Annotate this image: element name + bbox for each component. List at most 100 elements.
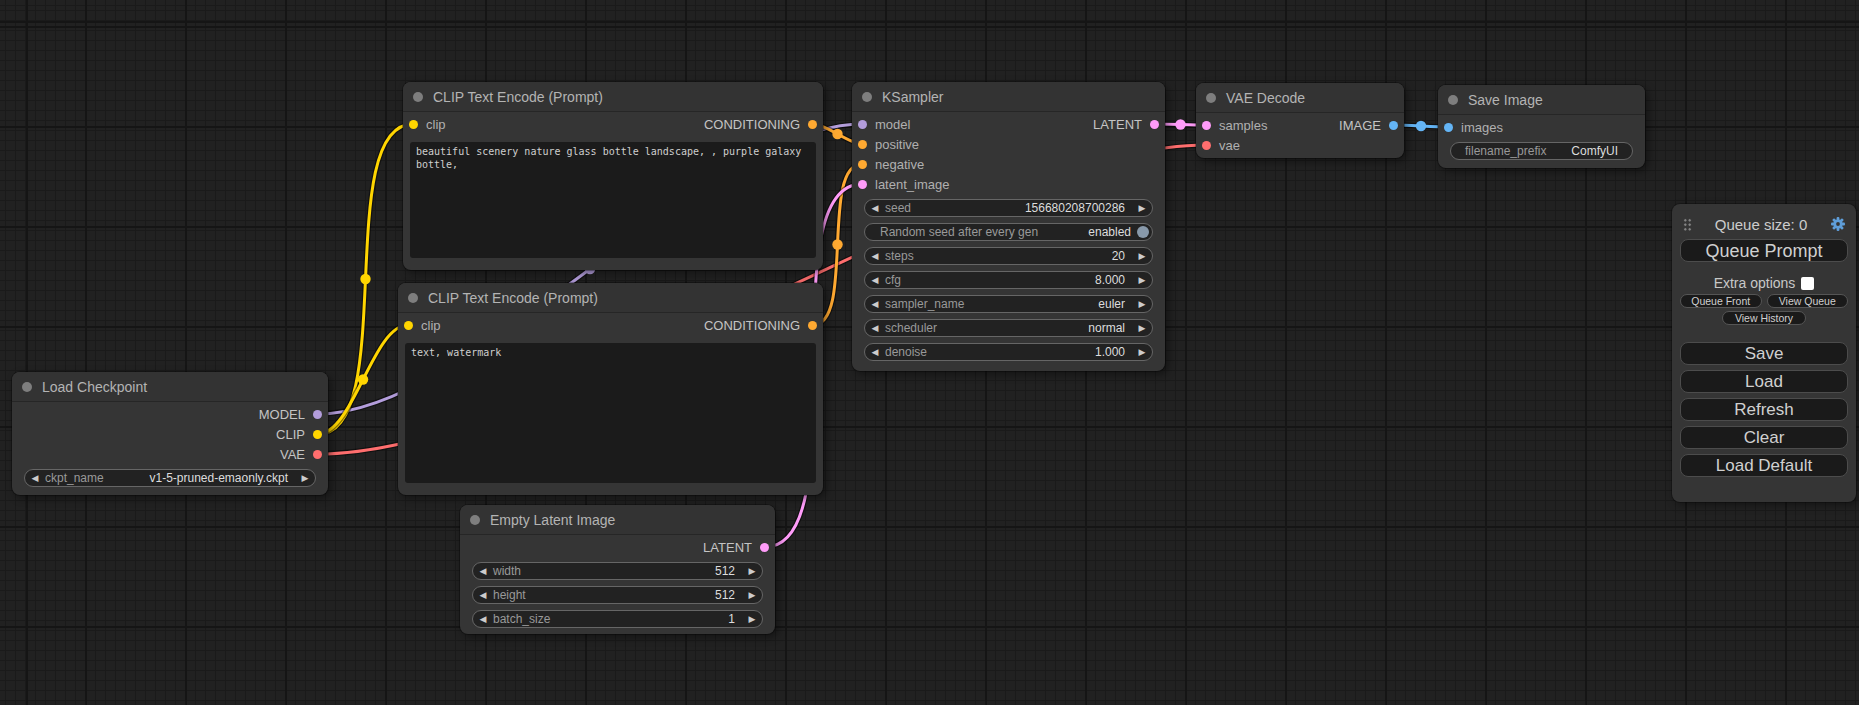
node-title-bar[interactable]: Save Image bbox=[1438, 85, 1645, 115]
stepper-left-arrow-icon[interactable]: ◀ bbox=[25, 473, 45, 483]
widget-seed[interactable]: ◀seed156680208700286▶ bbox=[864, 199, 1153, 217]
input-slot-negative[interactable]: negative bbox=[852, 157, 924, 172]
widget-ckpt-name[interactable]: ◀ckpt_namev1-5-pruned-emaonly.ckpt▶ bbox=[24, 469, 316, 487]
input-slot-clip[interactable]: clip bbox=[403, 117, 446, 132]
collapse-dot-icon[interactable] bbox=[1206, 93, 1216, 103]
input-slot-clip[interactable]: clip bbox=[398, 318, 441, 333]
collapse-dot-icon[interactable] bbox=[413, 92, 423, 102]
queue-prompt-button[interactable]: Queue Prompt bbox=[1680, 239, 1848, 262]
output-slot-vae[interactable]: VAE bbox=[280, 447, 328, 462]
input-slot-positive[interactable]: positive bbox=[852, 137, 919, 152]
input-slot-images[interactable]: images bbox=[1438, 120, 1503, 135]
prompt-textarea[interactable]: text, watermark bbox=[405, 343, 816, 483]
stepper-left-arrow-icon[interactable]: ◀ bbox=[865, 323, 885, 333]
node-empty-latent-image[interactable]: Empty Latent Image LATENT ◀width512▶ ◀heigh… bbox=[460, 505, 775, 634]
stepper-left-arrow-icon[interactable]: ◀ bbox=[865, 203, 885, 213]
load-default-button[interactable]: Load Default bbox=[1680, 454, 1848, 477]
node-ksampler[interactable]: KSampler model LATENT positive negative laten… bbox=[852, 82, 1165, 371]
load-button[interactable]: Load bbox=[1680, 370, 1848, 393]
stepper-right-arrow-icon[interactable]: ▶ bbox=[742, 566, 762, 576]
slot-dot[interactable] bbox=[404, 321, 413, 330]
stepper-right-arrow-icon[interactable]: ▶ bbox=[295, 473, 315, 483]
input-slot-vae[interactable]: vae bbox=[1196, 138, 1240, 153]
output-slot-image[interactable]: IMAGE bbox=[1339, 118, 1404, 133]
slot-dot[interactable] bbox=[760, 543, 769, 552]
queue-front-button[interactable]: Queue Front bbox=[1680, 294, 1762, 308]
refresh-button[interactable]: Refresh bbox=[1680, 398, 1848, 421]
widget-scheduler[interactable]: ◀schedulernormal▶ bbox=[864, 319, 1153, 337]
collapse-dot-icon[interactable] bbox=[862, 92, 872, 102]
collapse-dot-icon[interactable] bbox=[408, 293, 418, 303]
node-title-bar[interactable]: CLIP Text Encode (Prompt) bbox=[398, 283, 823, 313]
slot-dot[interactable] bbox=[858, 160, 867, 169]
settings-gear-icon[interactable] bbox=[1830, 216, 1846, 232]
output-slot-latent[interactable]: LATENT bbox=[1093, 117, 1165, 132]
slot-dot[interactable] bbox=[1202, 141, 1211, 150]
node-title-bar[interactable]: Empty Latent Image bbox=[460, 505, 775, 535]
stepper-right-arrow-icon[interactable]: ▶ bbox=[1132, 275, 1152, 285]
widget-filename-prefix[interactable]: filename_prefixComfyUI bbox=[1450, 142, 1633, 160]
node-clip-text-encode-negative[interactable]: CLIP Text Encode (Prompt)clipCONDITIONIN… bbox=[398, 283, 823, 495]
widget-random-seed-after-every-gen[interactable]: Random seed after every genenabled bbox=[864, 223, 1153, 241]
save-button[interactable]: Save bbox=[1680, 342, 1848, 365]
node-title-bar[interactable]: Load Checkpoint bbox=[12, 372, 328, 402]
slot-dot[interactable] bbox=[409, 120, 418, 129]
stepper-right-arrow-icon[interactable]: ▶ bbox=[742, 614, 762, 624]
collapse-dot-icon[interactable] bbox=[470, 515, 480, 525]
stepper-left-arrow-icon[interactable]: ◀ bbox=[473, 590, 493, 600]
stepper-left-arrow-icon[interactable]: ◀ bbox=[865, 347, 885, 357]
stepper-right-arrow-icon[interactable]: ▶ bbox=[1132, 347, 1152, 357]
slot-dot[interactable] bbox=[808, 120, 817, 129]
node-save-image[interactable]: Save Image images filename_prefixComfyUI bbox=[1438, 85, 1645, 168]
output-slot-conditioning[interactable]: CONDITIONING bbox=[704, 117, 823, 132]
node-clip-text-encode-positive[interactable]: CLIP Text Encode (Prompt) clip CONDITIONIN… bbox=[403, 82, 823, 270]
node-vae-decode[interactable]: VAE Decode samples IMAGE vae bbox=[1196, 83, 1404, 158]
node-title-bar[interactable]: CLIP Text Encode (Prompt) bbox=[403, 82, 823, 112]
output-slot-latent[interactable]: LATENT bbox=[703, 540, 775, 555]
slot-dot[interactable] bbox=[1444, 123, 1453, 132]
widget-steps[interactable]: ◀steps20▶ bbox=[864, 247, 1153, 265]
widget-batch-size[interactable]: ◀batch_size1▶ bbox=[472, 610, 763, 628]
view-history-button[interactable]: View History bbox=[1722, 311, 1806, 325]
stepper-left-arrow-icon[interactable]: ◀ bbox=[473, 614, 493, 624]
stepper-right-arrow-icon[interactable]: ▶ bbox=[1132, 203, 1152, 213]
slot-dot[interactable] bbox=[858, 140, 867, 149]
widget-sampler-name[interactable]: ◀sampler_nameeuler▶ bbox=[864, 295, 1153, 313]
widget-cfg[interactable]: ◀cfg8.000▶ bbox=[864, 271, 1153, 289]
slot-dot[interactable] bbox=[313, 450, 322, 459]
slot-dot[interactable] bbox=[1389, 121, 1398, 130]
stepper-left-arrow-icon[interactable]: ◀ bbox=[865, 299, 885, 309]
output-slot-model[interactable]: MODEL bbox=[259, 407, 328, 422]
graph-canvas[interactable]: Load Checkpoint MODEL CLIP VAE ◀ckpt_namev1-… bbox=[0, 0, 1859, 705]
prompt-textarea[interactable]: beautiful scenery nature glass bottle la… bbox=[410, 142, 816, 258]
slot-dot[interactable] bbox=[808, 321, 817, 330]
slot-dot[interactable] bbox=[1202, 121, 1211, 130]
stepper-left-arrow-icon[interactable]: ◀ bbox=[865, 275, 885, 285]
node-title-bar[interactable]: KSampler bbox=[852, 82, 1165, 112]
stepper-right-arrow-icon[interactable]: ▶ bbox=[742, 590, 762, 600]
clear-button[interactable]: Clear bbox=[1680, 426, 1848, 449]
slot-dot[interactable] bbox=[858, 120, 867, 129]
menu-drag-handle[interactable] bbox=[1683, 218, 1692, 231]
node-load-checkpoint[interactable]: Load Checkpoint MODEL CLIP VAE ◀ckpt_namev1-… bbox=[12, 372, 328, 495]
stepper-right-arrow-icon[interactable]: ▶ bbox=[1132, 251, 1152, 261]
node-title-bar[interactable]: VAE Decode bbox=[1196, 83, 1404, 113]
extra-options-checkbox[interactable] bbox=[1801, 277, 1814, 290]
toggle-dot[interactable] bbox=[1137, 226, 1149, 238]
view-queue-button[interactable]: View Queue bbox=[1767, 294, 1849, 308]
slot-dot[interactable] bbox=[1150, 120, 1159, 129]
widget-height[interactable]: ◀height512▶ bbox=[472, 586, 763, 604]
widget-width[interactable]: ◀width512▶ bbox=[472, 562, 763, 580]
collapse-dot-icon[interactable] bbox=[1448, 95, 1458, 105]
input-slot-model[interactable]: model bbox=[852, 117, 910, 132]
stepper-right-arrow-icon[interactable]: ▶ bbox=[1132, 299, 1152, 309]
output-slot-clip[interactable]: CLIP bbox=[276, 427, 328, 442]
input-slot-samples[interactable]: samples bbox=[1196, 118, 1267, 133]
slot-dot[interactable] bbox=[858, 180, 867, 189]
slot-dot[interactable] bbox=[313, 430, 322, 439]
collapse-dot-icon[interactable] bbox=[22, 382, 32, 392]
stepper-left-arrow-icon[interactable]: ◀ bbox=[473, 566, 493, 576]
input-slot-latent_image[interactable]: latent_image bbox=[852, 177, 949, 192]
stepper-left-arrow-icon[interactable]: ◀ bbox=[865, 251, 885, 261]
widget-denoise[interactable]: ◀denoise1.000▶ bbox=[864, 343, 1153, 361]
